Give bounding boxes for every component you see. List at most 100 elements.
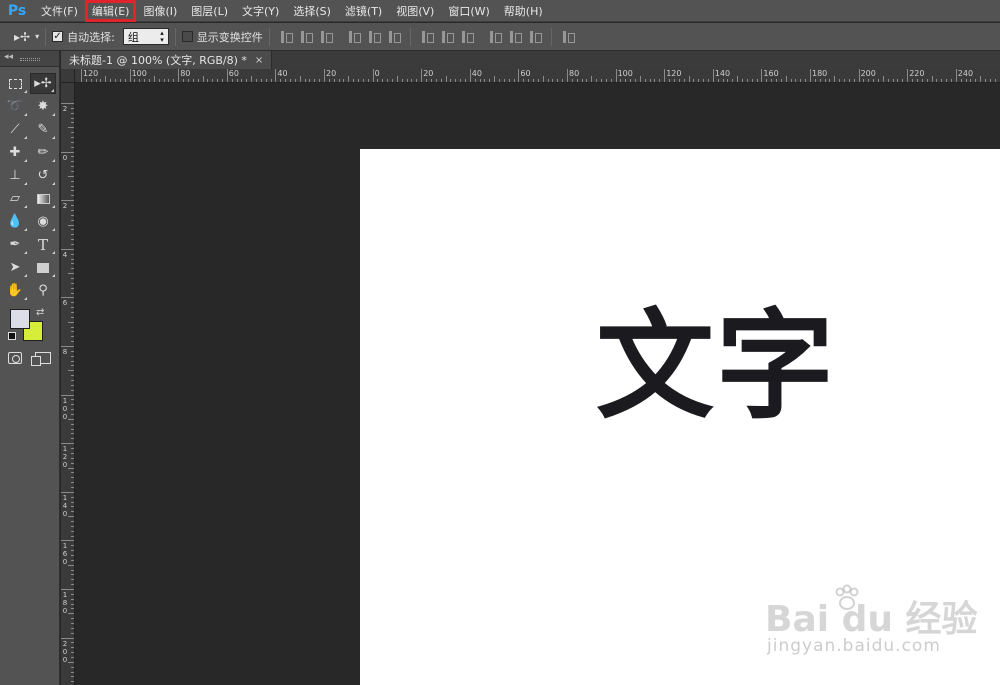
ruler-minor-tick — [71, 676, 74, 678]
ruler-tick — [61, 637, 74, 639]
distribute-hcenter-icon[interactable] — [507, 29, 523, 45]
ruler-minor-tick — [71, 545, 74, 547]
history-brush-tool-icon[interactable]: ↺ — [30, 165, 56, 186]
menu-item[interactable]: 文件(F) — [34, 0, 85, 22]
ruler-minor-tick — [71, 195, 74, 197]
ruler-minor-tick — [639, 76, 641, 82]
ruler-minor-tick — [71, 234, 74, 236]
menu-item[interactable]: 帮助(H) — [497, 0, 550, 22]
show-transform-checkbox[interactable]: 显示变换控件 — [181, 23, 263, 51]
ruler-minor-tick — [703, 79, 705, 82]
menu-item[interactable]: 图层(L) — [184, 0, 235, 22]
magic-wand-tool-icon[interactable]: ✸ — [30, 96, 56, 117]
brush-tool-icon[interactable]: ✏ — [30, 142, 56, 163]
ruler-minor-tick — [71, 112, 74, 114]
eraser-tool-icon[interactable]: ▱ — [2, 188, 28, 209]
ruler-minor-tick — [775, 79, 777, 82]
auto-select-dropdown[interactable]: 组 ▴ ▾ — [122, 23, 169, 51]
path-selection-tool-icon[interactable]: ➤ — [2, 257, 28, 278]
clone-stamp-tool-icon[interactable]: ⊥ — [2, 165, 28, 186]
canvas-text-layer[interactable]: 文字 — [596, 301, 836, 431]
ruler-minor-tick — [71, 137, 74, 139]
close-icon[interactable]: × — [255, 55, 263, 66]
ruler-tick — [61, 297, 74, 299]
move-tool-icon[interactable]: ▸✢ — [30, 73, 56, 94]
hand-tool-icon[interactable]: ✋ — [2, 280, 28, 301]
gradient-tool-icon[interactable] — [30, 188, 56, 209]
healing-brush-tool-icon[interactable]: ✚ — [2, 142, 28, 163]
align-group — [276, 23, 404, 51]
ruler-minor-tick — [71, 671, 74, 673]
ruler-minor-tick — [71, 584, 74, 586]
default-colors-icon[interactable] — [8, 332, 16, 340]
ruler-minor-tick — [71, 477, 74, 479]
checkmark-icon: ✓ — [52, 31, 64, 42]
ruler-minor-tick — [71, 554, 74, 556]
dodge-tool-icon[interactable]: ◉ — [30, 211, 56, 232]
distribute-bottom-icon[interactable] — [459, 29, 475, 45]
align-vertical-centers-icon[interactable] — [298, 29, 314, 45]
ruler-minor-tick — [523, 79, 525, 82]
distribute-vcenter-icon[interactable] — [439, 29, 455, 45]
auto-align-layers-icon[interactable] — [560, 29, 576, 45]
menu-item[interactable]: 编辑(E) — [84, 0, 137, 22]
auto-select-checkbox[interactable]: ✓ 自动选择: — [52, 23, 115, 51]
ruler-tick — [61, 443, 74, 445]
marquee-tool-icon[interactable] — [2, 73, 28, 94]
menu-item[interactable]: 图像(I) — [136, 0, 184, 22]
ruler-origin[interactable] — [61, 69, 75, 83]
ruler-label: 8 — [62, 348, 68, 356]
ruler-minor-tick — [601, 79, 603, 82]
document-tab[interactable]: 未标题-1 @ 100% (文字, RGB/8) * × — [61, 51, 273, 69]
vertical-ruler[interactable]: 2 0 2 4 6 8 100 120 140 160 180 200 — [61, 83, 75, 685]
quick-mask-icon[interactable] — [8, 352, 22, 364]
ruler-minor-tick — [71, 311, 74, 313]
distribute-right-icon[interactable] — [527, 29, 543, 45]
screen-mode-icon[interactable] — [31, 352, 51, 366]
menu-item[interactable]: 视图(V) — [389, 0, 441, 22]
eyedropper-tool-icon[interactable]: ✎ — [30, 119, 56, 140]
align-bottom-edges-icon[interactable] — [318, 29, 334, 45]
panel-grip-icon[interactable] — [20, 58, 40, 61]
swap-colors-icon[interactable]: ⇄ — [36, 307, 44, 318]
ruler-minor-tick — [71, 307, 74, 309]
rectangle-tool-icon[interactable] — [30, 257, 56, 278]
lasso-tool-icon[interactable]: ➰ — [2, 96, 28, 117]
crop-tool-icon[interactable]: ⟋ — [2, 119, 28, 140]
ruler-minor-tick — [542, 76, 544, 82]
ruler-label: 40 — [471, 69, 482, 78]
align-horizontal-centers-icon[interactable] — [366, 29, 382, 45]
ruler-minor-tick — [693, 79, 695, 82]
ruler-tick — [61, 200, 74, 202]
collapse-panel-icon[interactable]: ◂◂ — [4, 52, 13, 62]
blur-tool-icon[interactable]: 💧 — [2, 211, 28, 232]
menu-item[interactable]: 文字(Y) — [235, 0, 286, 22]
distribute-left-icon[interactable] — [487, 29, 503, 45]
align-left-edges-icon[interactable] — [346, 29, 362, 45]
ruler-minor-tick — [71, 623, 74, 625]
menu-item[interactable]: 滤镜(T) — [338, 0, 389, 22]
ruler-label: 100 — [62, 396, 68, 421]
menu-item[interactable]: 选择(S) — [286, 0, 338, 22]
ruler-minor-tick — [479, 79, 481, 82]
ruler-minor-tick — [71, 316, 74, 318]
menu-item[interactable]: 窗口(W) — [441, 0, 496, 22]
ruler-label: 160 — [763, 69, 779, 78]
ruler-minor-tick — [68, 321, 74, 323]
ruler-label: 0 — [374, 69, 380, 78]
ruler-minor-tick — [71, 263, 74, 265]
move-tool-preset[interactable]: ▸✢ ▾ — [14, 23, 39, 51]
pen-tool-icon[interactable]: ✒ — [2, 234, 28, 255]
ruler-minor-tick — [926, 79, 928, 82]
type-tool-icon[interactable]: T — [30, 234, 56, 255]
align-top-edges-icon[interactable] — [278, 29, 294, 45]
ruler-minor-tick — [377, 79, 379, 82]
ruler-label: 6 — [62, 299, 68, 308]
ruler-minor-tick — [71, 365, 74, 367]
ruler-minor-tick — [387, 79, 389, 82]
distribute-top-icon[interactable] — [419, 29, 435, 45]
foreground-color-swatch[interactable] — [10, 309, 30, 329]
align-right-edges-icon[interactable] — [386, 29, 402, 45]
horizontal-ruler[interactable]: 120 100 80 60 40 20 0 20 40 60 80 100 120 140 160 180 20… — [75, 69, 1000, 83]
zoom-tool-icon[interactable]: ⚲ — [30, 280, 56, 301]
